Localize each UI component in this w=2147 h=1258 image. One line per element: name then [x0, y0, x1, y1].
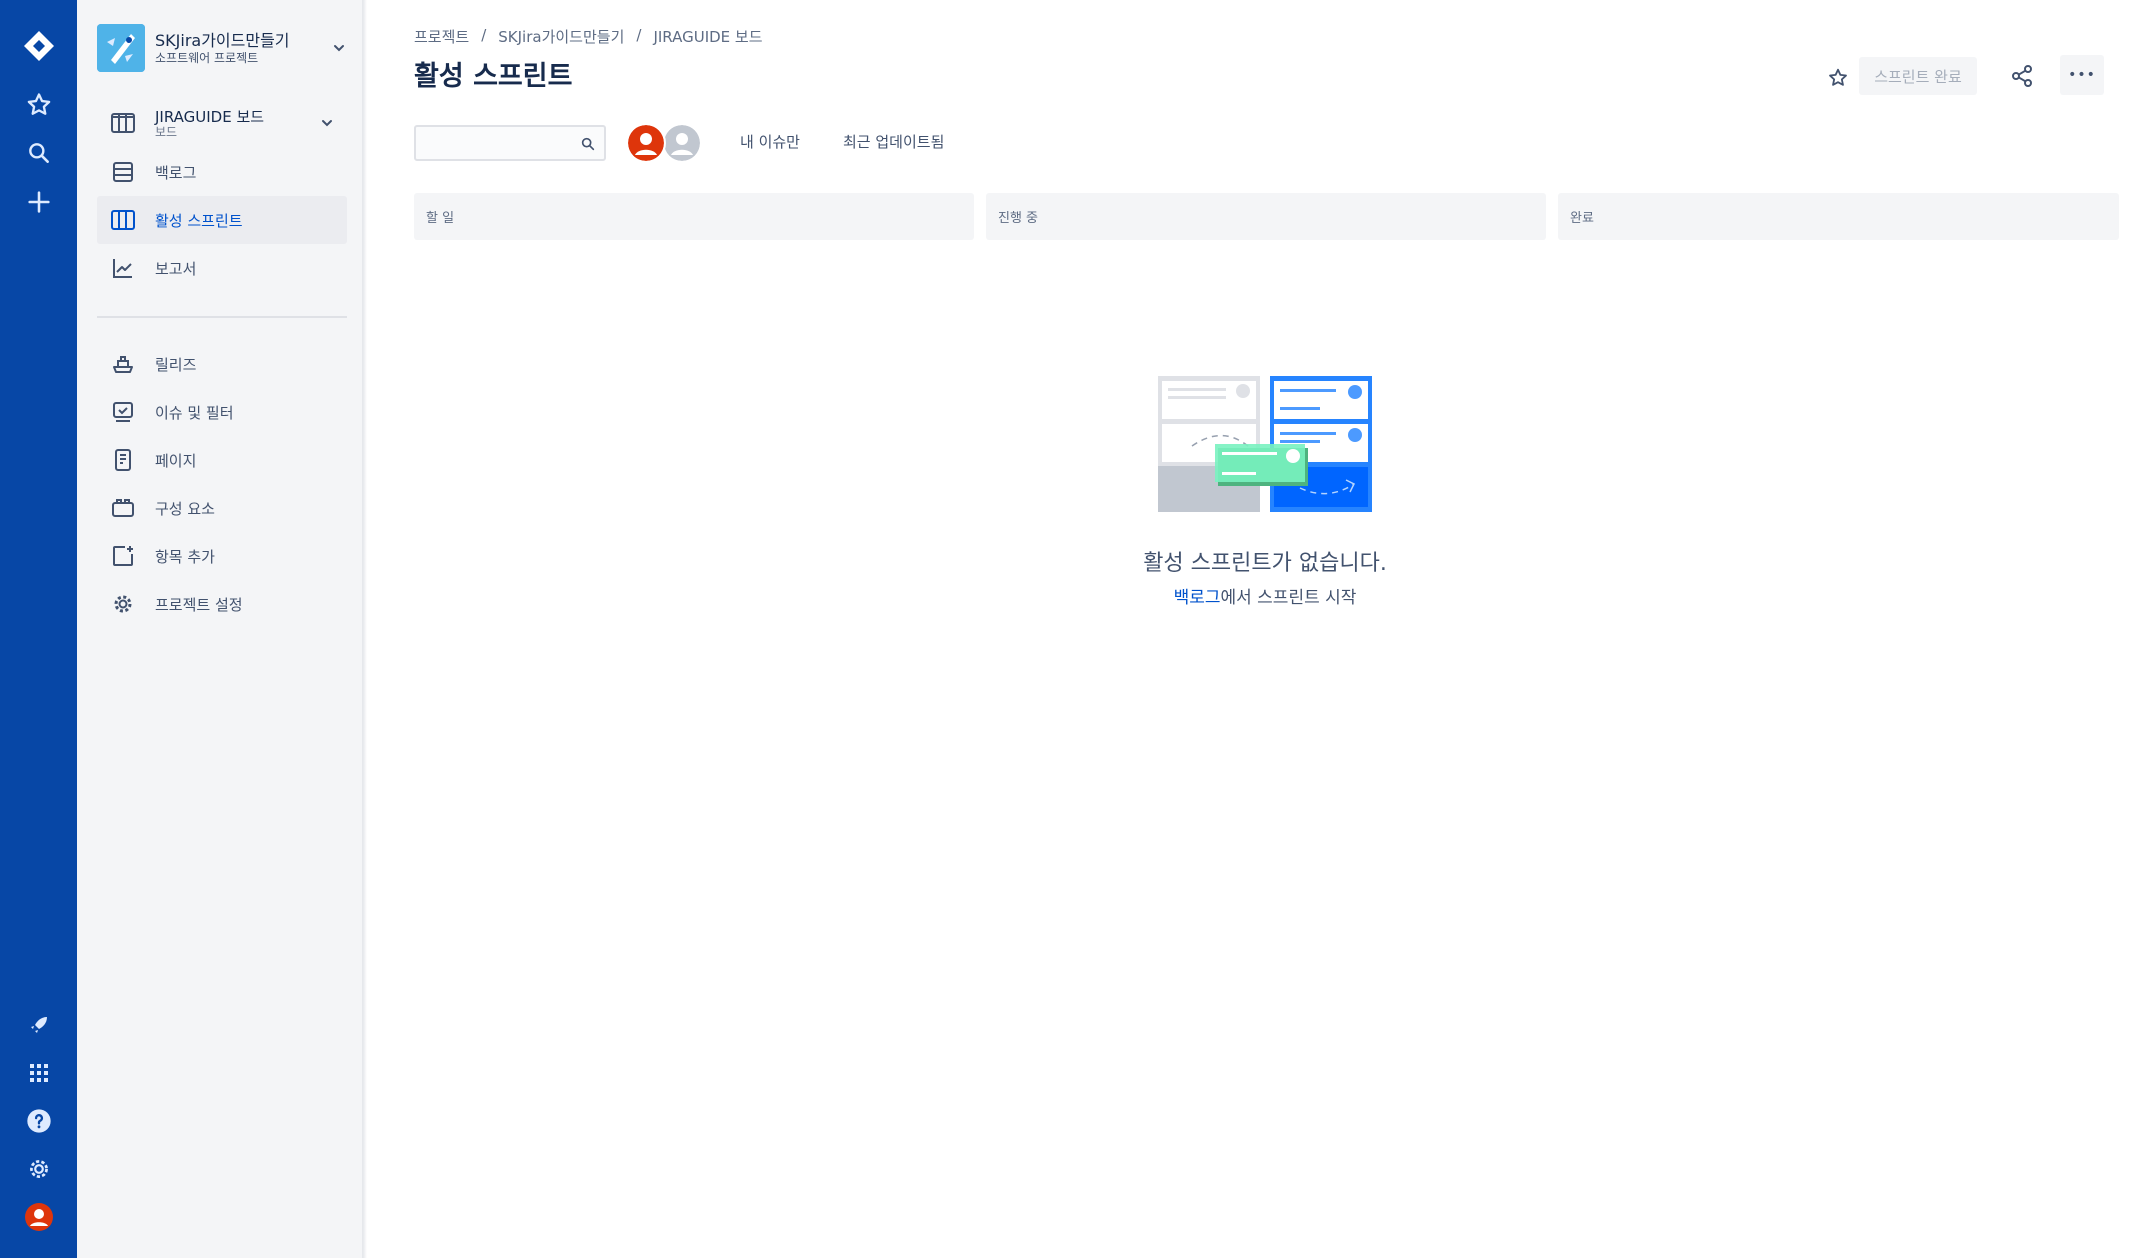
sidebar-item-label: 항목 추가: [155, 547, 215, 566]
search-icon: [580, 136, 596, 156]
column-header-todo: 할 일: [414, 193, 974, 240]
page-title: 활성 스프린트: [414, 61, 573, 92]
breadcrumb-separator: /: [636, 26, 642, 44]
sidebar-item-label: 활성 스프린트: [155, 211, 243, 230]
star-icon[interactable]: [1818, 58, 1858, 98]
rocket-icon[interactable]: [0, 1001, 77, 1049]
project-switcher[interactable]: SKJira가이드만들기 소프트웨어 프로젝트: [97, 22, 349, 74]
issues-icon: [109, 398, 137, 426]
breadcrumb-project[interactable]: SKJira가이드만들기: [498, 26, 624, 47]
add-item-icon: [109, 542, 137, 570]
sidebar-item-reports[interactable]: 보고서: [97, 244, 347, 292]
project-name: SKJira가이드만들기: [155, 31, 290, 50]
backlog-icon: [109, 158, 137, 186]
sidebar-item-label: 프로젝트 설정: [155, 595, 243, 614]
sidebar-item-label: 보고서: [155, 259, 197, 278]
ship-icon: [109, 350, 137, 378]
chevron-down-icon[interactable]: [329, 38, 349, 58]
sidebar-item-label: 구성 요소: [155, 499, 215, 518]
plus-icon[interactable]: [0, 178, 77, 226]
chevron-down-icon[interactable]: [317, 113, 337, 133]
board-name: JIRAGUIDE 보드: [155, 107, 265, 126]
avatar[interactable]: [662, 123, 702, 163]
board-sub: 보드: [155, 124, 178, 139]
backlog-link[interactable]: 백로그: [1174, 588, 1221, 608]
column-header-done: 완료: [1558, 193, 2119, 240]
search-field[interactable]: [414, 125, 606, 161]
sidebar-item-add-item[interactable]: 항목 추가: [97, 532, 347, 580]
empty-sprint-illustration: [1158, 376, 1372, 514]
project-sidebar: SKJira가이드만들기 소프트웨어 프로젝트 JIRAGUIDE 보드 보드 …: [77, 0, 363, 1258]
search-input[interactable]: [416, 127, 566, 159]
star-icon[interactable]: [0, 81, 77, 129]
sidebar-item-project-settings[interactable]: 프로젝트 설정: [97, 580, 347, 628]
component-icon: [109, 494, 137, 522]
column-header-in-progress: 진행 중: [986, 193, 1546, 240]
breadcrumb-projects[interactable]: 프로젝트: [414, 26, 469, 47]
share-icon[interactable]: [2002, 56, 2042, 96]
global-navigation: [0, 0, 77, 1258]
sidebar-item-backlog[interactable]: 백로그: [97, 148, 347, 196]
page-icon: [109, 446, 137, 474]
search-icon[interactable]: [0, 129, 77, 177]
breadcrumb: 프로젝트 / SKJira가이드만들기 / JIRAGUIDE 보드: [414, 26, 763, 47]
board-columns-icon: [109, 206, 137, 234]
profile-icon[interactable]: [0, 1193, 77, 1241]
sidebar-item-label: 이슈 및 필터: [155, 403, 234, 422]
avatar[interactable]: [626, 123, 666, 163]
settings-icon[interactable]: [0, 1145, 77, 1193]
quick-filter-my-issues[interactable]: 내 이슈만: [740, 131, 800, 152]
empty-state-rest: 에서 스프린트 시작: [1220, 588, 1357, 608]
breadcrumb-board[interactable]: JIRAGUIDE 보드: [653, 26, 762, 47]
more-actions-button[interactable]: •••: [2060, 55, 2104, 95]
app-switcher-icon[interactable]: [0, 1049, 77, 1097]
project-type: 소프트웨어 프로젝트: [155, 51, 259, 65]
breadcrumb-separator: /: [481, 26, 487, 44]
empty-state-title: 활성 스프린트가 없습니다.: [1143, 551, 1387, 576]
project-avatar: [97, 24, 145, 72]
complete-sprint-button[interactable]: 스프린트 완료: [1859, 57, 1977, 95]
sidebar-item-releases[interactable]: 릴리즈: [97, 340, 347, 388]
sidebar-item-label: 백로그: [155, 163, 197, 182]
quick-filter-recently-updated[interactable]: 최근 업데이트됨: [843, 131, 944, 152]
jira-logo-icon[interactable]: [0, 22, 77, 70]
sidebar-item-label: 릴리즈: [155, 355, 197, 374]
board-switcher[interactable]: JIRAGUIDE 보드 보드: [97, 99, 347, 147]
reports-chart-icon: [109, 254, 137, 282]
sidebar-item-pages[interactable]: 페이지: [97, 436, 347, 484]
sidebar-divider: [97, 316, 347, 318]
sidebar-item-issues[interactable]: 이슈 및 필터: [97, 388, 347, 436]
sidebar-shadow: [363, 0, 367, 1258]
empty-state-subtitle: 백로그에서 스프린트 시작: [1000, 583, 1530, 608]
sidebar-item-active-sprint[interactable]: 활성 스프린트: [97, 196, 347, 244]
help-icon[interactable]: [0, 1097, 77, 1145]
sidebar-item-label: 페이지: [155, 451, 197, 470]
sidebar-item-components[interactable]: 구성 요소: [97, 484, 347, 532]
board-icon: [109, 109, 137, 137]
gear-icon: [109, 590, 137, 618]
more-icon: •••: [2068, 67, 2096, 83]
